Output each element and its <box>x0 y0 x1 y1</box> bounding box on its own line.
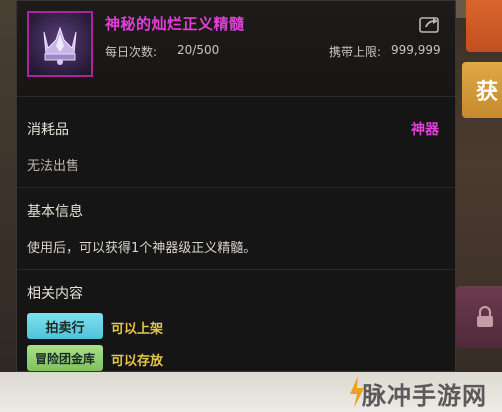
lock-icon <box>477 306 493 327</box>
side-gold-button-label: 获 <box>475 80 498 105</box>
daily-count-label: 每日次数: <box>105 45 158 59</box>
item-grade: 神器 <box>411 122 439 138</box>
auction-house-tag[interactable]: 拍卖行 <box>27 313 103 339</box>
side-gold-button[interactable]: 获 <box>462 62 502 118</box>
item-icon-frame <box>27 11 93 77</box>
item-name: 神秘的灿烂正义精髓 <box>105 15 245 33</box>
carry-limit-label: 携带上限: <box>329 45 382 59</box>
tooltip-header: 神秘的灿烂正义精髓 每日次数: 20/500 携带上限: 999,999 <box>17 1 455 97</box>
share-icon[interactable] <box>419 15 441 33</box>
carry-limit-value: 999,999 <box>391 43 441 57</box>
related-title: 相关内容 <box>27 286 83 302</box>
side-locked-slot[interactable] <box>456 286 502 348</box>
crown-gem-icon <box>43 26 77 65</box>
guild-vault-tag[interactable]: 冒险团金库 <box>27 345 103 371</box>
divider <box>17 269 455 270</box>
daily-count-value: 20/500 <box>177 43 220 57</box>
guild-vault-desc: 可以存放 <box>111 354 164 369</box>
divider <box>17 187 455 188</box>
side-orange-button[interactable] <box>466 0 502 52</box>
auction-house-desc: 可以上架 <box>111 322 164 337</box>
guild-vault-tag-label: 冒险团金库 <box>34 351 95 366</box>
background-left <box>0 0 16 412</box>
item-tooltip-panel: 神秘的灿烂正义精髓 每日次数: 20/500 携带上限: 999,999 消耗品… <box>16 0 456 372</box>
item-type: 消耗品 <box>27 122 69 138</box>
auction-house-tag-label: 拍卖行 <box>45 320 85 336</box>
basic-info-description: 使用后，可以获得1个神器级正义精髓。 <box>27 241 257 256</box>
watermark-text: 脉冲手游网 <box>362 382 487 410</box>
trade-status: 无法出售 <box>27 159 80 174</box>
basic-info-title: 基本信息 <box>27 204 83 220</box>
